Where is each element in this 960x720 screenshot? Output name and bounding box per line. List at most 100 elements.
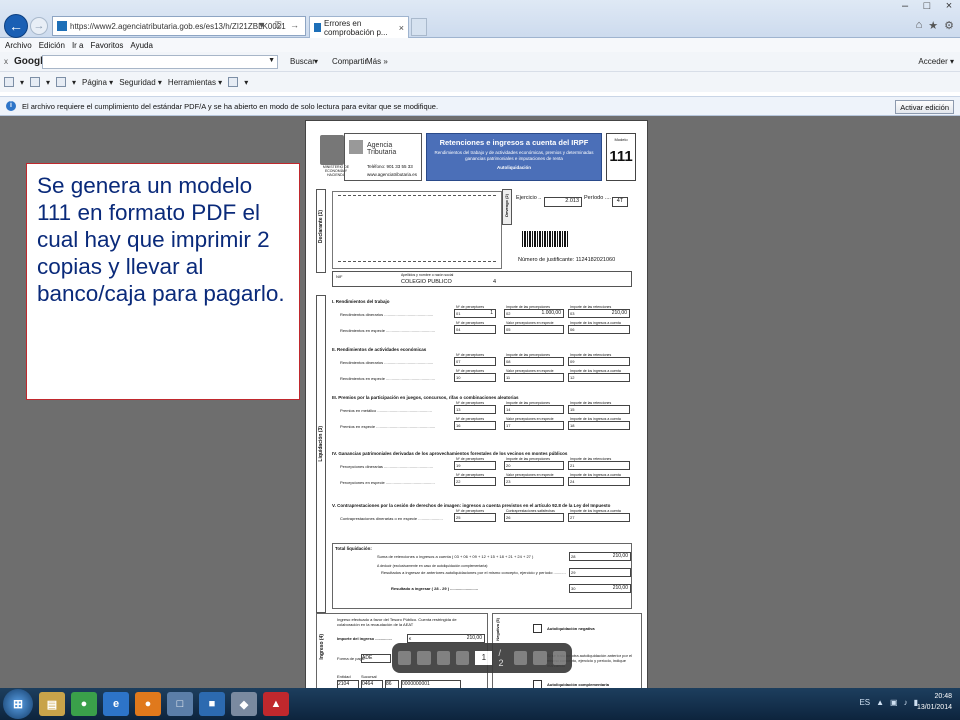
clock[interactable]: 20:48 13/01/2014 xyxy=(917,692,952,713)
toolbar-icons: ⌂ ★ ⚙ xyxy=(916,19,954,32)
page-total: / 2 xyxy=(498,648,504,668)
minimize-button[interactable]: – xyxy=(898,0,912,12)
home-menu[interactable]: ▾ xyxy=(20,78,24,87)
menu-edicion[interactable]: Edición xyxy=(39,41,65,50)
mas-button[interactable]: Más » xyxy=(366,57,388,66)
print-menu[interactable]: ▾ xyxy=(72,78,76,87)
ie-icon[interactable]: e xyxy=(103,692,129,716)
box-08: 08 xyxy=(504,357,564,366)
section-title: III. Premios por la participación en jue… xyxy=(332,395,519,400)
agency-logo-icon xyxy=(349,140,363,154)
home-icon[interactable]: ⌂ xyxy=(916,19,923,32)
acrobat-icon[interactable] xyxy=(552,651,566,665)
help-menu[interactable]: ▾ xyxy=(244,78,248,87)
home-icon[interactable] xyxy=(4,77,14,87)
forma-pago-value: ADE xyxy=(361,654,391,663)
help-icon[interactable] xyxy=(228,77,239,87)
nif-label: NIF xyxy=(336,274,343,279)
box-19: 19 xyxy=(454,461,496,470)
firefox-icon[interactable]: ● xyxy=(135,692,161,716)
box-18: 18 xyxy=(568,421,630,430)
row-label: Rendimientos dinerarios ................… xyxy=(340,312,434,317)
box-key: 23 xyxy=(506,479,511,484)
ejercicio-label: Ejercicio .. xyxy=(516,195,542,201)
documents-icon[interactable]: □ xyxy=(167,692,193,716)
box-22: 22 xyxy=(454,477,496,486)
compartir-button[interactable]: Compartir xyxy=(332,57,367,66)
row-label: Contraprestaciones dinerarias o en espec… xyxy=(340,516,443,521)
acrobat-icon[interactable]: ▲ xyxy=(263,692,289,716)
maximize-button[interactable]: □ xyxy=(920,0,934,12)
chevron-down-icon[interactable]: ▼ xyxy=(268,57,275,64)
chrome-icon[interactable]: ● xyxy=(71,692,97,716)
network-icon[interactable]: ◆ xyxy=(231,692,257,716)
box-09: 09 xyxy=(568,357,630,366)
herramientas-menu[interactable]: Herramientas ▾ xyxy=(168,78,222,87)
pagina-menu[interactable]: Página ▾ xyxy=(82,78,113,87)
importe-value: 210,00 xyxy=(466,635,482,641)
buscar-menu-icon[interactable]: ▾ xyxy=(314,57,318,66)
negativa-checkbox[interactable] xyxy=(533,624,542,633)
total-30-value: 210,00 xyxy=(612,585,628,591)
feeds-icon[interactable] xyxy=(30,77,41,87)
resultados-text: Resultados a ingresar de anteriores auto… xyxy=(381,570,566,575)
language-indicator[interactable]: ES xyxy=(859,698,870,707)
zoom-in-icon[interactable] xyxy=(533,651,547,665)
box-04: 04 xyxy=(454,325,496,334)
zoom-out-icon[interactable] xyxy=(513,651,528,665)
favicon xyxy=(57,21,67,31)
address-actions[interactable]: ▼ ⚿ → xyxy=(257,20,302,31)
row-label: Premios en especie .....................… xyxy=(340,424,436,429)
network-icon[interactable]: ▣ xyxy=(890,698,898,707)
total-liquidacion: Total liquidación: Suma de retenciones o… xyxy=(332,543,632,609)
box-14: 14 xyxy=(504,405,564,414)
agency-phone: Teléfono: 901 33 55 33 xyxy=(367,164,413,169)
forward-button[interactable]: → xyxy=(30,17,48,35)
row-label: Rendimientos dinerarios ................… xyxy=(340,360,434,365)
box-key: 06 xyxy=(570,327,575,332)
form-title: Retenciones e ingresos a cuenta del IRPF xyxy=(439,138,589,147)
media-icon[interactable]: ■ xyxy=(199,692,225,716)
page-number-input[interactable]: 1 xyxy=(475,651,493,665)
row-label: Rendimientos en especie ................… xyxy=(340,376,435,381)
box-26: 26 xyxy=(504,513,564,522)
declarante-label: Declarante (1) xyxy=(318,210,324,244)
tab-title: Errores en comprobación p... xyxy=(323,18,388,37)
print-icon[interactable] xyxy=(56,77,67,87)
back-button[interactable]: ← xyxy=(4,14,28,38)
activar-edicion-button[interactable]: Activar edición xyxy=(895,100,954,114)
tab-close-icon[interactable]: × xyxy=(399,23,404,33)
favorites-icon[interactable]: ★ xyxy=(928,19,938,32)
explorer-icon[interactable]: ▤ xyxy=(39,692,65,716)
acceder-button[interactable]: Acceder ▾ xyxy=(918,57,954,66)
show-hidden-icon[interactable]: ▲ xyxy=(876,698,884,707)
window-controls: – □ × xyxy=(898,0,956,12)
browser-tab[interactable]: Errores en comprobación p... × xyxy=(309,16,409,38)
box-key: 20 xyxy=(506,463,511,468)
print-icon[interactable] xyxy=(417,651,431,665)
menu-ayuda[interactable]: Ayuda xyxy=(130,41,153,50)
feeds-menu[interactable]: ▾ xyxy=(46,78,50,87)
address-bar[interactable]: https://www2.agenciatributaria.gob.es/es… xyxy=(52,16,306,36)
negativa-text: Autoliquidación negativa xyxy=(547,626,595,631)
tab-favicon xyxy=(314,23,321,32)
box-key: 27 xyxy=(570,515,575,520)
menu-archivo[interactable]: Archivo xyxy=(5,41,32,50)
box-key: 17 xyxy=(506,423,511,428)
negativa-label: Negativa (5) xyxy=(495,618,500,641)
box-key: 01 xyxy=(456,311,461,316)
page-down-icon[interactable] xyxy=(455,651,470,665)
gear-icon[interactable]: ⚙ xyxy=(944,19,954,32)
google-toolbar-close-icon[interactable]: x xyxy=(4,57,8,66)
start-button[interactable]: ⊞ xyxy=(3,689,33,719)
menu-favoritos[interactable]: Favoritos xyxy=(91,41,124,50)
page-up-icon[interactable] xyxy=(436,651,450,665)
buscar-button[interactable]: Buscar xyxy=(290,57,315,66)
close-button[interactable]: × xyxy=(942,0,956,12)
seguridad-menu[interactable]: Seguridad ▾ xyxy=(119,78,162,87)
menu-ir-a[interactable]: Ir a xyxy=(72,41,84,50)
new-tab-button[interactable] xyxy=(411,18,427,36)
google-search-input[interactable]: ▼ xyxy=(42,55,278,69)
volume-icon[interactable]: ♪ xyxy=(904,698,908,707)
save-icon[interactable] xyxy=(398,651,412,665)
